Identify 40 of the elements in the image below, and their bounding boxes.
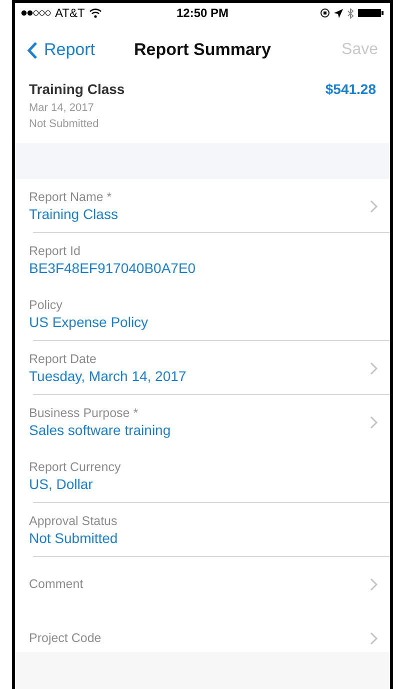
field-row[interactable]: Comment xyxy=(15,557,390,611)
field-label: Report Name * xyxy=(29,190,113,204)
carrier-label: AT&T xyxy=(55,6,85,20)
field-row[interactable]: Report Date Tuesday, March 14, 2017 xyxy=(15,341,390,395)
field-value: Tuesday, March 14, 2017 xyxy=(29,368,186,384)
field-row[interactable]: Business Purpose * Sales software training xyxy=(15,395,390,449)
report-name: Training Class xyxy=(29,81,125,97)
field-label: Policy xyxy=(29,298,64,312)
field-value: Not Submitted xyxy=(29,530,118,546)
field-value: US Expense Policy xyxy=(29,314,148,330)
field-value: US, Dollar xyxy=(29,476,94,492)
field-label: Report Currency xyxy=(29,460,121,474)
report-date: Mar 14, 2017 xyxy=(29,101,95,116)
signal-icon xyxy=(21,10,51,16)
field-row[interactable]: Report Id BE3F48EF917040B0A7E0 xyxy=(15,233,390,287)
battery-icon xyxy=(358,8,384,18)
field-label: Approval Status xyxy=(29,514,118,528)
report-status: Not Submitted xyxy=(29,117,100,132)
wifi-icon xyxy=(88,8,102,18)
field-label: Comment xyxy=(29,577,84,591)
back-button[interactable]: Report xyxy=(27,40,96,60)
chevron-left-icon xyxy=(27,40,38,60)
field-row[interactable]: Policy US Expense Policy xyxy=(15,287,390,341)
field-row[interactable]: Report Name * Training Class xyxy=(15,179,390,233)
field-row[interactable]: Project Code xyxy=(15,611,390,652)
field-label: Report Id xyxy=(29,244,82,258)
location-icon xyxy=(334,8,343,18)
field-label: Project Code xyxy=(29,631,102,645)
bluetooth-icon xyxy=(347,8,354,18)
screen-title: Report Summary xyxy=(134,40,271,60)
status-time: 12:50 PM xyxy=(176,6,229,20)
report-amount: $541.28 xyxy=(325,81,376,99)
field-row[interactable]: Approval Status Not Submitted xyxy=(15,503,390,557)
field-row[interactable]: Report Currency US, Dollar xyxy=(15,449,390,503)
field-label: Report Date xyxy=(29,352,98,366)
field-label: Business Purpose * xyxy=(29,406,140,420)
rotation-lock-icon xyxy=(320,8,330,18)
field-value: BE3F48EF917040B0A7E0 xyxy=(29,260,196,276)
field-value: Training Class xyxy=(29,206,118,222)
field-value: Sales software training xyxy=(29,422,171,438)
